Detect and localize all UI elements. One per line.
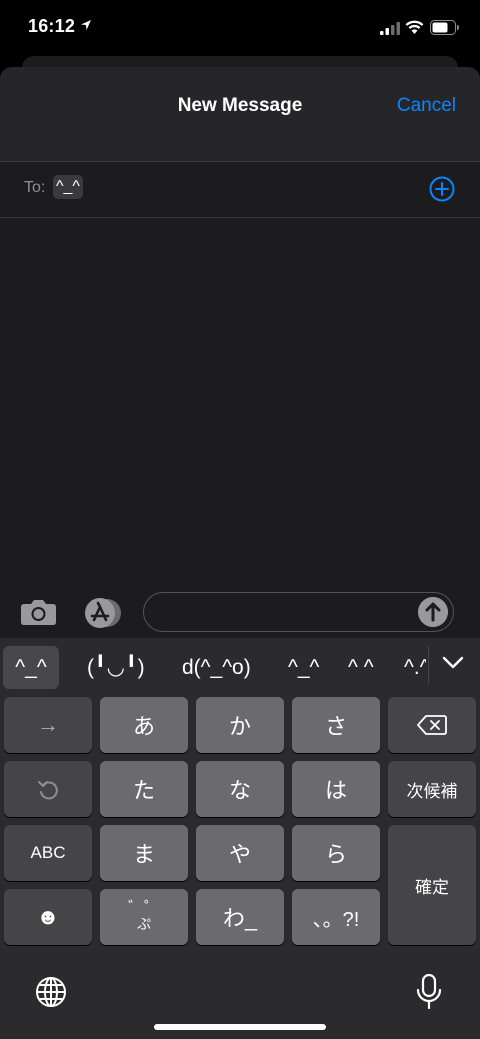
location-arrow-icon (81, 20, 91, 30)
confirm-key[interactable]: 確定 (388, 825, 476, 945)
send-arrow-icon[interactable] (418, 597, 448, 627)
small-kana-label: ぷ (137, 916, 151, 932)
candidate-item[interactable]: ^ ^ (348, 638, 374, 688)
cellular-signal-icon (380, 22, 400, 35)
microphone-icon[interactable] (415, 974, 443, 1010)
candidate-bar: ^_^ (╹◡╹) d(^_^o) ^_^ ^ ^ ^.^ (0, 638, 480, 695)
candidate-item[interactable]: ^_^ (3, 646, 59, 689)
home-indicator (154, 1024, 326, 1030)
sheet-header: New Message Cancel (0, 67, 480, 161)
abc-key[interactable]: ABC (4, 825, 92, 881)
dakuten-key[interactable]: ゛゜ ぷ (100, 889, 188, 945)
emoji-key[interactable]: ☻ (4, 889, 92, 945)
chevron-down-icon[interactable] (442, 656, 464, 670)
cancel-button[interactable]: Cancel (397, 95, 456, 117)
kana-key-ra[interactable]: ら (292, 825, 380, 881)
candidate-divider (428, 646, 429, 684)
kana-key-na[interactable]: な (196, 761, 284, 817)
battery-icon (430, 20, 459, 35)
dakuten-marks: ゛゜ (127, 900, 160, 917)
emoji-face-icon: ☻ (36, 904, 60, 929)
compose-bar (0, 587, 480, 639)
kana-key-ma[interactable]: ま (100, 825, 188, 881)
camera-icon[interactable] (20, 599, 57, 626)
kana-key-ha[interactable]: は (292, 761, 380, 817)
wifi-icon (405, 20, 424, 34)
next-candidate-key[interactable]: 次候補 (388, 761, 476, 817)
candidate-item[interactable]: d(^_^o) (182, 638, 251, 688)
add-contact-icon[interactable] (429, 176, 455, 202)
candidate-item[interactable]: ^.^ (404, 638, 426, 688)
japanese-keyboard: ^_^ (╹◡╹) d(^_^o) ^_^ ^ ^ ^.^ → あ か さ た … (0, 638, 480, 1039)
recipient-row[interactable]: To: ^_^ (0, 161, 480, 218)
kana-key-a[interactable]: あ (100, 697, 188, 753)
kana-key-sa[interactable]: さ (292, 697, 380, 753)
candidate-item[interactable]: ^_^ (288, 638, 319, 688)
kana-key-ka[interactable]: か (196, 697, 284, 753)
undo-key[interactable] (4, 761, 92, 817)
arrow-key[interactable]: → (4, 697, 92, 753)
to-label: To: (24, 179, 46, 196)
kana-key-ya[interactable]: や (196, 825, 284, 881)
app-store-icon[interactable] (82, 597, 122, 629)
status-bar: 16:12 (0, 0, 480, 56)
delete-key[interactable] (388, 697, 476, 753)
status-time: 16:12 (28, 16, 76, 36)
globe-icon[interactable] (35, 976, 67, 1008)
undo-icon (38, 781, 58, 800)
recipient-chip[interactable]: ^_^ (53, 175, 83, 199)
candidate-item[interactable]: (╹◡╹) (87, 638, 145, 688)
message-input[interactable] (143, 592, 454, 632)
punctuation-key[interactable]: 、。?! (292, 889, 380, 945)
kana-key-ta[interactable]: た (100, 761, 188, 817)
kana-key-wa[interactable]: わ_ (196, 889, 284, 945)
backspace-icon (417, 715, 447, 735)
